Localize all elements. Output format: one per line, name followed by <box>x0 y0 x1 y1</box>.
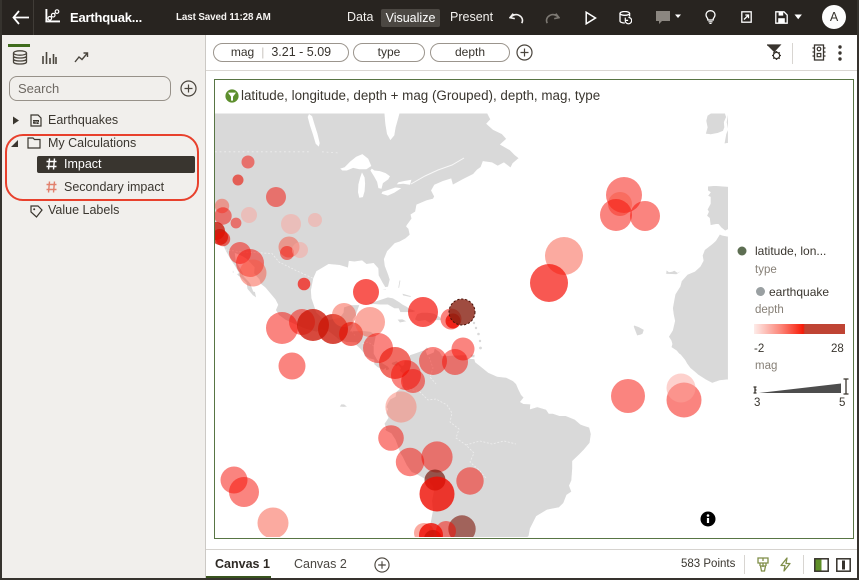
svg-text:CSV: CSV <box>32 120 40 124</box>
